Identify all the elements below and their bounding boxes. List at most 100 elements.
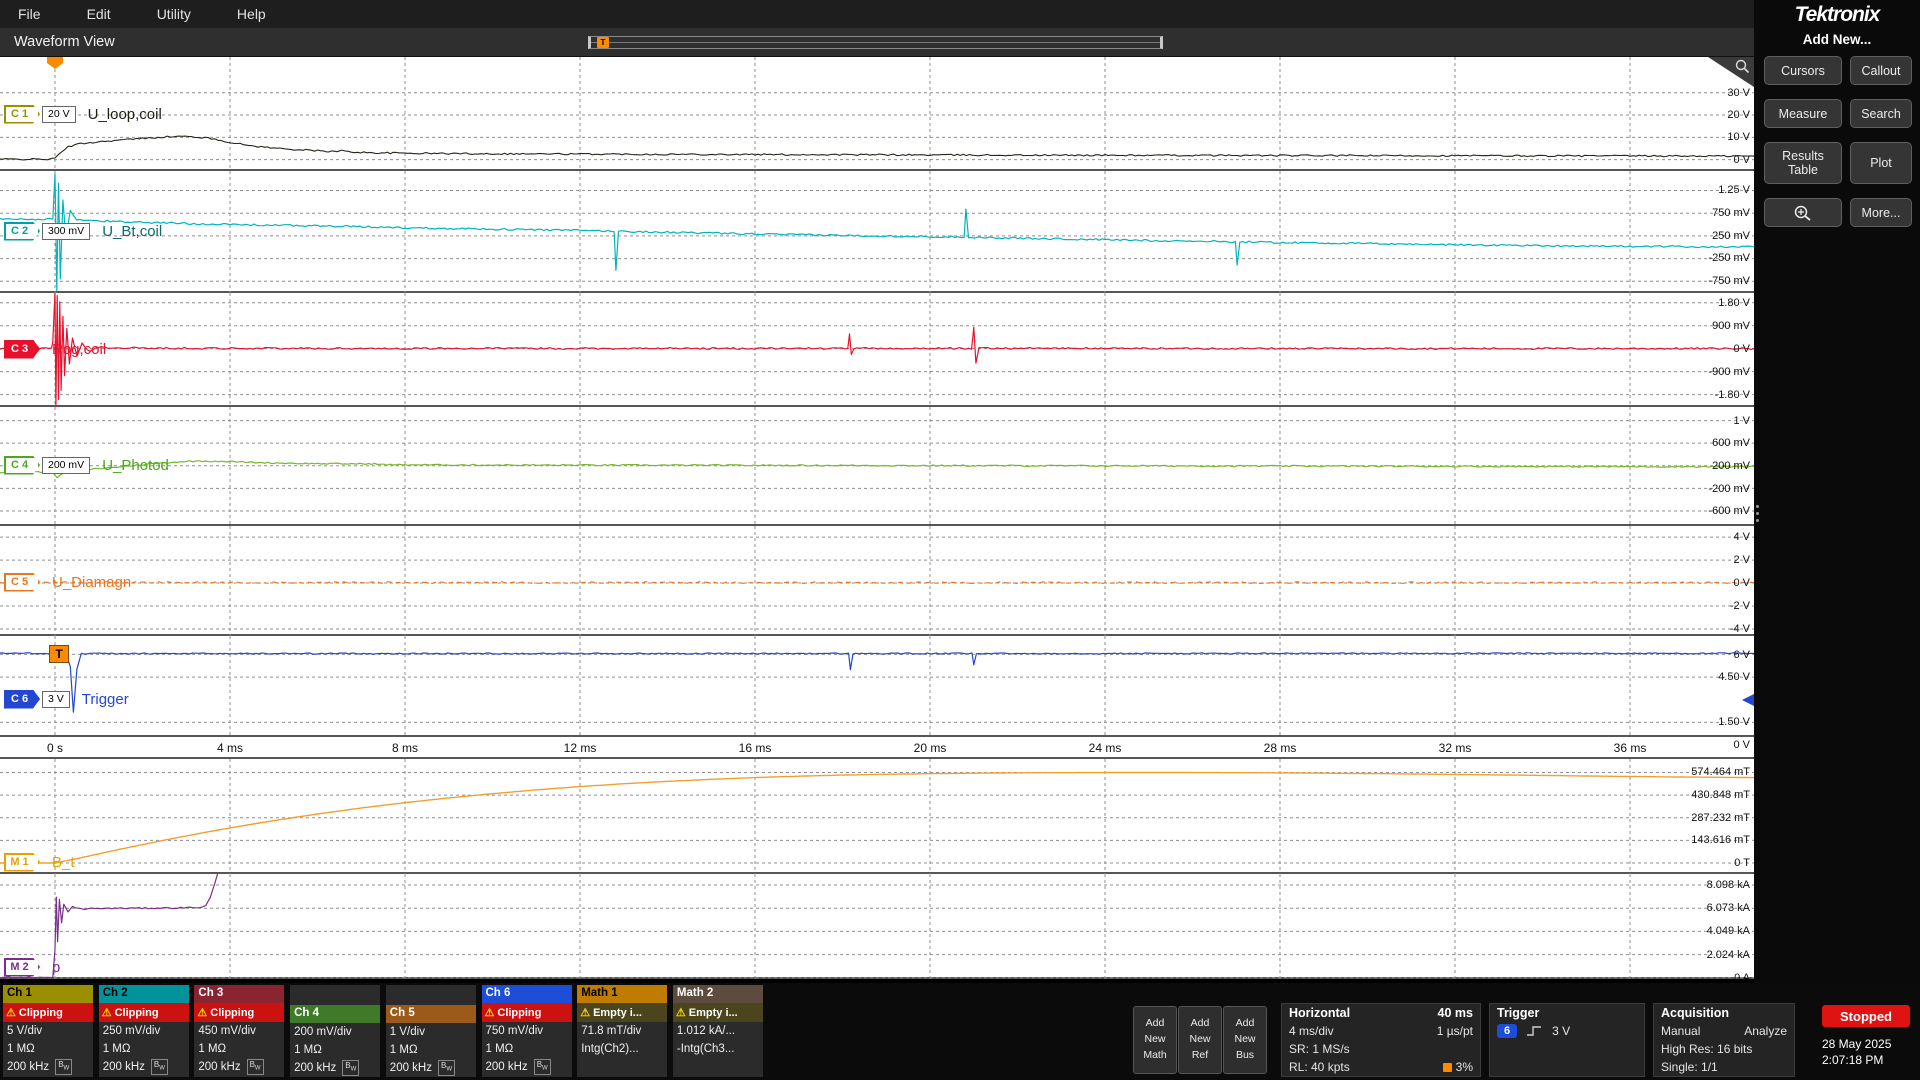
channel-detail-row: 1 MΩ xyxy=(290,1041,380,1059)
channel-badge-c5[interactable]: C 5U_Diamagn xyxy=(4,572,131,592)
channel-detail-text: 200 kHz xyxy=(103,1061,145,1073)
waveform-svg-c3 xyxy=(0,293,1754,407)
acquisition-panel[interactable]: Acquisition Manual Analyze High Res: 16 … xyxy=(1653,1003,1795,1077)
channel-detail-row: 250 mV/div xyxy=(99,1022,189,1040)
channel-badge-ch-1[interactable]: Ch 1⚠Clipping5 V/div1 MΩ200 kHzBW xyxy=(3,985,93,1077)
sidebar-button-plot[interactable]: Plot xyxy=(1850,142,1912,184)
channel-detail-row: 200 kHzBW xyxy=(99,1058,189,1076)
menu-item-edit[interactable]: Edit xyxy=(87,6,111,22)
channel-badge-ch-5[interactable]: Ch 51 V/div1 MΩ200 kHzBW xyxy=(386,985,476,1077)
menu-item-utility[interactable]: Utility xyxy=(157,6,191,22)
channel-badge-header: Ch 2 xyxy=(99,985,189,1003)
axis-tick-label: 0 V xyxy=(1654,342,1750,356)
axis-tick-label: 8.098 kA xyxy=(1654,878,1750,892)
add-new-ref-button[interactable]: Add New Ref xyxy=(1178,1006,1222,1074)
channel-label-c3: Rog,coil xyxy=(52,341,106,358)
time-axis-strip xyxy=(0,737,1754,759)
channel-tag-m1[interactable]: M 1 xyxy=(4,853,40,872)
warning-label: Clipping xyxy=(115,1007,159,1019)
trigger-level-marker[interactable] xyxy=(1742,694,1754,706)
channel-tag-c4[interactable]: C 4 xyxy=(4,456,40,475)
warning-icon: ⚠ xyxy=(197,1006,207,1019)
channel-detail-text: Intg(Ch2)... xyxy=(581,1043,639,1055)
zoom-in-icon xyxy=(1793,204,1813,222)
channel-detail-text: 1 MΩ xyxy=(294,1044,322,1056)
channel-badge-c6[interactable]: C 63 VTrigger xyxy=(4,689,129,709)
time-tick-label: 20 ms xyxy=(900,741,960,755)
channel-badge-math-1[interactable]: Math 1⚠Empty i...71.8 mT/divIntg(Ch2)... xyxy=(577,985,667,1077)
axis-tick-label: -900 mV xyxy=(1654,365,1750,379)
time-label: 2:07:18 PM xyxy=(1822,1053,1883,1067)
time-tick-label: 16 ms xyxy=(725,741,785,755)
trigger-title: Trigger xyxy=(1497,1006,1539,1020)
channel-badge-ch-3[interactable]: Ch 3⚠Clipping450 mV/div1 MΩ200 kHzBW xyxy=(194,985,284,1077)
channel-badge-m2[interactable]: M 2p xyxy=(4,957,60,977)
menu-item-help[interactable]: Help xyxy=(237,6,266,22)
sidebar-button-results-table[interactable]: Results Table xyxy=(1764,142,1842,184)
channel-detail-text: 71.8 mT/div xyxy=(581,1025,641,1037)
record-bar-trigger-icon[interactable]: T xyxy=(597,37,609,48)
section-c1 xyxy=(0,57,1754,171)
acquisition-mode: Manual xyxy=(1661,1024,1700,1038)
trace-c3 xyxy=(0,293,1754,406)
add-new-title: Add New... xyxy=(1754,32,1920,47)
channel-badge-c4[interactable]: C 4200 mVU_Photod xyxy=(4,455,169,475)
sidebar-button-cursors[interactable]: Cursors xyxy=(1764,56,1842,85)
axis-tick-label: 0 V xyxy=(1654,738,1750,752)
channel-tag-m2[interactable]: M 2 xyxy=(4,958,40,977)
channel-tag-c2[interactable]: C 2 xyxy=(4,222,40,241)
sidebar-button-more[interactable]: More... xyxy=(1850,198,1912,227)
channel-tag-c3[interactable]: C 3 xyxy=(4,340,40,359)
axis-tick-label: -2 V xyxy=(1654,599,1750,613)
add-new-math-button[interactable]: Add New Math xyxy=(1133,1006,1177,1074)
channel-label-c4: U_Photod xyxy=(102,457,169,474)
channel-badge-header: Ch 1 xyxy=(3,985,93,1003)
axis-tick-label: 4.049 kA xyxy=(1654,924,1750,938)
channel-badge-ch-2[interactable]: Ch 2⚠Clipping250 mV/div1 MΩ200 kHzBW xyxy=(99,985,189,1077)
waveform-svg-c1 xyxy=(0,57,1754,171)
channel-tag-c1[interactable]: C 1 xyxy=(4,105,40,124)
section-c6 xyxy=(0,636,1754,737)
horizontal-panel[interactable]: Horizontal 40 ms 4 ms/div 1 µs/pt SR: 1 … xyxy=(1281,1003,1481,1077)
axis-tick-label: 200 mV xyxy=(1654,459,1750,473)
run-state-button[interactable]: Stopped xyxy=(1822,1005,1910,1027)
trace-m2 xyxy=(0,874,1754,978)
magnifier-icon xyxy=(1735,59,1751,75)
channel-detail-text: 200 kHz xyxy=(486,1061,528,1073)
menu-item-file[interactable]: File xyxy=(18,6,41,22)
channel-tag-c6[interactable]: C 6 xyxy=(4,690,40,709)
axis-tick-label: 1 V xyxy=(1654,414,1750,428)
channel-scale-c2: 300 mV xyxy=(42,223,90,240)
axis-tick-label: 6.073 kA xyxy=(1654,901,1750,915)
axis-tick-label: 10 V xyxy=(1654,130,1750,144)
section-c4 xyxy=(0,407,1754,526)
channel-badge-c2[interactable]: C 2300 mVU_Bt,coil xyxy=(4,221,162,241)
axis-tick-label: -250 mV xyxy=(1654,251,1750,265)
trigger-source-marker[interactable]: T xyxy=(49,645,69,663)
channel-badge-c1[interactable]: C 120 VU_loop,coil xyxy=(4,104,162,124)
bandwidth-limit-icon: BW xyxy=(342,1060,359,1076)
channel-badge-m1[interactable]: M 1B_t xyxy=(4,852,75,872)
channel-warning-banner: ⚠Empty i... xyxy=(577,1003,667,1022)
channel-detail-text: 1 MΩ xyxy=(390,1044,418,1056)
channel-badge-c3[interactable]: C 3 Rog,coil xyxy=(4,339,106,359)
channel-badge-ch-4[interactable]: Ch 4200 mV/div1 MΩ200 kHzBW xyxy=(290,985,380,1077)
axis-tick-label: 30 V xyxy=(1654,86,1750,100)
sidebar-button-zoom[interactable] xyxy=(1764,198,1842,227)
bandwidth-limit-icon: BW xyxy=(438,1060,455,1076)
horizontal-position: 3% xyxy=(1456,1060,1473,1074)
channel-detail-row: 1 MΩ xyxy=(482,1040,572,1058)
sidebar-button-measure[interactable]: Measure xyxy=(1764,99,1842,128)
add-new-bus-button[interactable]: Add New Bus xyxy=(1223,1006,1267,1074)
channel-tag-c5[interactable]: C 5 xyxy=(4,573,40,592)
panel-drag-handle[interactable] xyxy=(1756,505,1759,522)
record-view-bar[interactable]: T xyxy=(588,36,1163,49)
sidebar-button-search[interactable]: Search xyxy=(1850,99,1912,128)
axis-tick-label: -200 mV xyxy=(1654,482,1750,496)
section-c2 xyxy=(0,171,1754,294)
sidebar-button-callout[interactable]: Callout xyxy=(1850,56,1912,85)
trigger-panel[interactable]: Trigger 6 3 V xyxy=(1489,1003,1645,1077)
channel-badge-ch-6[interactable]: Ch 6⚠Clipping750 mV/div1 MΩ200 kHzBW xyxy=(482,985,572,1077)
channel-badge-math-2[interactable]: Math 2⚠Empty i...1.012 kA/...-Intg(Ch3..… xyxy=(673,985,763,1077)
axis-tick-label: -750 mV xyxy=(1654,274,1750,288)
